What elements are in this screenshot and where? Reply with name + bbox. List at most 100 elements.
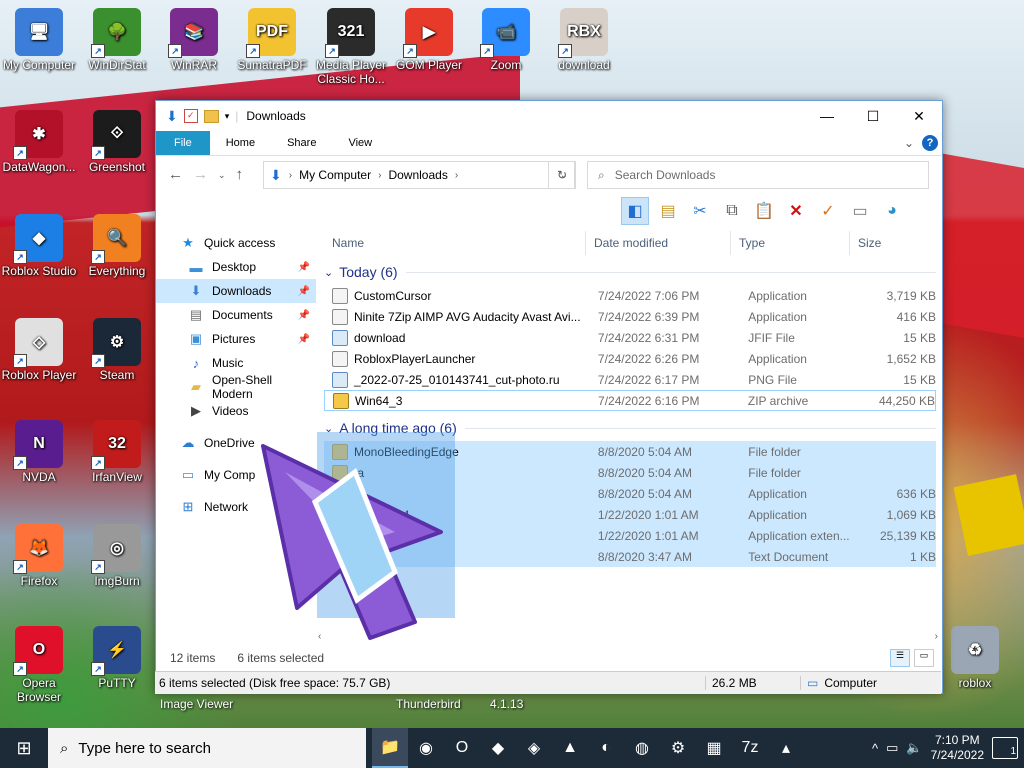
desktop-icon[interactable]: 📚 ↗ WinRAR (155, 8, 233, 72)
address-bar[interactable]: ⬇ › My Computer › Downloads › ⌄ (263, 161, 575, 189)
clock[interactable]: 7:10 PM 7/24/2022 (931, 733, 984, 763)
file-row[interactable]: ta 8/8/2020 5:04 AM File folder (324, 462, 936, 483)
desktop-icon[interactable]: O ↗ Opera Browser (0, 626, 78, 704)
maximize-button[interactable]: ☐ (850, 101, 896, 131)
taskbar-app-icon[interactable]: ▴ (768, 728, 804, 768)
file-row[interactable]: 8/8/2020 3:47 AM Text Document 1 KB (324, 546, 936, 567)
file-row[interactable]: Ninite 7Zip AIMP AVG Audacity Avast Avi.… (324, 306, 936, 327)
help-icon[interactable]: ? (922, 135, 938, 151)
volume-icon[interactable]: 🔈 (906, 740, 922, 756)
taskbar-app-icon[interactable]: 📁 (372, 728, 408, 768)
nav-item[interactable]: ⬇ Downloads 📌 (156, 279, 316, 303)
desktop-icon[interactable]: 🌳 ↗ WinDirStat (78, 8, 156, 72)
breadcrumb-downloads[interactable]: Downloads (388, 168, 447, 182)
refresh-button[interactable]: ↻ (548, 161, 576, 189)
nav-item[interactable]: ▣ Pictures 📌 (156, 327, 316, 351)
file-row[interactable]: RobloxPlayerLauncher 7/24/2022 6:26 PM App… (324, 348, 936, 369)
tab-view[interactable]: View (332, 131, 388, 155)
minimize-button[interactable]: — (804, 101, 850, 131)
taskbar-app-icon[interactable]: ▦ (696, 728, 732, 768)
file-row[interactable]: download 7/24/2022 6:31 PM JFIF File 15 KB (324, 327, 936, 348)
desktop-icon[interactable]: RBX ↗ download (545, 8, 623, 72)
desktop-icon[interactable]: 32 ↗ IrfanView (78, 420, 156, 484)
paste-icon[interactable]: 📋 (751, 198, 777, 224)
file-row[interactable]: 8/8/2020 5:04 AM Application 636 KB (324, 483, 936, 504)
taskbar-app-icon[interactable]: O (444, 728, 480, 768)
taskbar-app-icon[interactable]: ◈ (516, 728, 552, 768)
details-view-icon[interactable]: ☰ (890, 649, 910, 667)
search-input[interactable]: Search Downloads (615, 168, 716, 182)
file-row[interactable]: CustomCursor 7/24/2022 7:06 PM Application… (324, 285, 936, 306)
desktop-icon[interactable]: ♻ roblox (936, 626, 1014, 690)
collapse-chevron-icon[interactable]: ⌄ (324, 422, 333, 435)
tab-share[interactable]: Share (271, 131, 332, 155)
copy-icon[interactable]: ⧉ (719, 198, 745, 224)
taskbar-search[interactable]: ⌕ Type here to search (48, 728, 366, 768)
desktop-icon[interactable]: ✱ ↗ DataWagon... (0, 110, 78, 174)
desktop-icon[interactable]: 🦊 ↗ Firefox (0, 524, 78, 588)
scroll-right-icon[interactable]: › (935, 631, 938, 645)
desktop-icon[interactable]: ◆ ↗ Roblox Studio (0, 214, 78, 278)
title-bar[interactable]: ⬇ ✓ ▾ | Downloads — ☐ ✕ (156, 101, 942, 131)
path-chevron-icon[interactable]: › (455, 170, 458, 181)
search-box[interactable]: ⌕ Search Downloads (587, 161, 929, 189)
taskbar-search-input[interactable]: Type here to search (78, 740, 211, 757)
nav-item[interactable]: ☁ OneDrive (156, 431, 316, 455)
start-button[interactable]: ⊞ (0, 728, 48, 768)
cut-icon[interactable]: ✂ (687, 198, 713, 224)
breadcrumb-my-computer[interactable]: My Computer (299, 168, 371, 182)
file-row[interactable]: 1/22/2020 1:01 AM Application exten... 25,… (324, 525, 936, 546)
check-icon[interactable]: ✓ (815, 198, 841, 224)
desktop-icon[interactable]: 🔍 ↗ Everything (78, 214, 156, 278)
recent-locations-icon[interactable]: ⌄ (218, 166, 226, 183)
column-name[interactable]: Name (324, 231, 586, 255)
collapse-chevron-icon[interactable]: ⌄ (324, 266, 333, 279)
nav-item[interactable]: ▬ Desktop 📌 (156, 255, 316, 279)
expand-ribbon-icon[interactable]: ⌄ (904, 136, 914, 150)
path-chevron-icon[interactable]: › (289, 170, 292, 181)
back-arrow-icon[interactable]: ← (168, 166, 183, 183)
column-type[interactable]: Type (731, 231, 850, 255)
taskbar-app-icon[interactable]: 7z (732, 728, 768, 768)
nav-item[interactable]: ▶ Videos (156, 399, 316, 423)
properties-toolbar-icon[interactable]: ▭ (847, 198, 873, 224)
desktop-icon[interactable]: N ↗ NVDA (0, 420, 78, 484)
notification-center-icon[interactable]: 1 (992, 737, 1018, 759)
taskbar-app-icon[interactable]: ◍ (624, 728, 660, 768)
path-chevron-icon[interactable]: › (378, 170, 381, 181)
desktop-icon[interactable]: ⚙ ↗ Steam (78, 318, 156, 382)
delete-icon[interactable]: ✕ (783, 198, 809, 224)
group-header[interactable]: ⌄ A long time ago (6) (324, 415, 936, 441)
scroll-left-icon[interactable]: ‹ (318, 631, 321, 645)
file-row[interactable]: _2022-07-25_010143741_cut-photo.ru 7/24/2… (324, 369, 936, 390)
large-icons-view-icon[interactable]: ▭ (914, 649, 934, 667)
column-size[interactable]: Size (850, 231, 930, 255)
tab-home[interactable]: Home (210, 131, 271, 155)
nav-item[interactable]: ⊞ Network (156, 495, 316, 519)
desktop-icon[interactable]: ▶ ↗ GOM Player (390, 8, 468, 72)
properties-icon[interactable]: ✓ (183, 109, 198, 123)
file-row[interactable]: Win64_3 7/24/2022 6:16 PM ZIP archive 44,25… (324, 390, 936, 411)
file-row[interactable]: Handler64 1/22/2020 1:01 AM Application 1,0… (324, 504, 936, 525)
nav-item[interactable]: ♪ Music (156, 351, 316, 375)
network-icon[interactable]: ▭ (886, 740, 898, 756)
show-hidden-icons-icon[interactable]: ^ (872, 741, 878, 756)
desktop-icon[interactable]: 321 ↗ Media Player Classic Ho... (312, 8, 390, 86)
forward-arrow-icon[interactable]: → (193, 166, 208, 183)
taskbar-app-icon[interactable]: ◆ (480, 728, 516, 768)
customize-quick-access-icon[interactable]: ▾ (225, 111, 230, 122)
new-folder-icon[interactable] (203, 109, 219, 123)
desktop-icon[interactable]: ◎ ↗ ImgBurn (78, 524, 156, 588)
views-icon[interactable]: ▤ (655, 198, 681, 224)
nav-item[interactable]: ▭ My Comp (156, 463, 316, 487)
column-date-modified[interactable]: Date modified (586, 231, 731, 255)
taskbar-app-icon[interactable]: ▲ (552, 728, 588, 768)
download-arrow-icon[interactable]: ⬇ (166, 108, 178, 125)
nav-item[interactable]: ▤ Documents 📌 (156, 303, 316, 327)
up-arrow-icon[interactable]: ↑ (236, 166, 244, 183)
group-header[interactable]: ⌄ Today (6) (324, 259, 936, 285)
taskbar-app-icon[interactable]: ◉ (408, 728, 444, 768)
horizontal-scrollbar[interactable]: ‹ › (318, 631, 938, 645)
taskbar-app-icon[interactable]: ◐ (588, 728, 624, 768)
nav-item[interactable]: ▰ Open-Shell Modern (156, 373, 316, 401)
